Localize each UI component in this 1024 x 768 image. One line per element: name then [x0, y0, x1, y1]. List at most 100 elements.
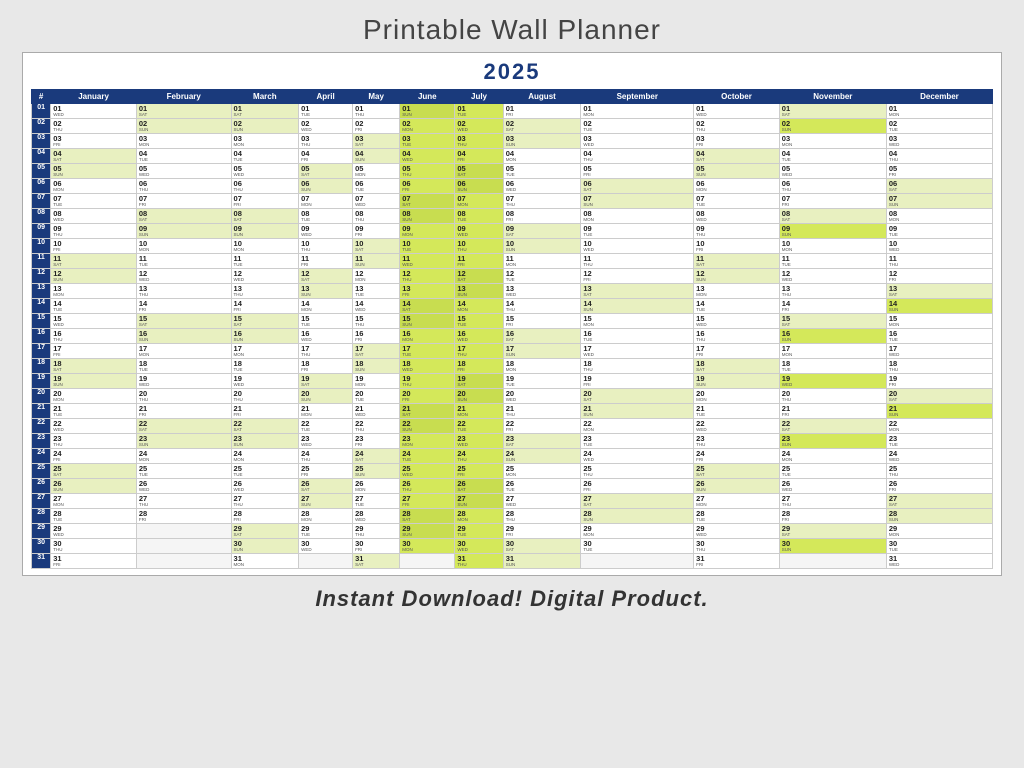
day-cell-feb-9: 09SUN — [136, 224, 231, 239]
day-cell-jun-16: 16MON — [400, 329, 455, 344]
day-cell-sep-13: 13SAT — [581, 284, 694, 299]
day-cell-mar-22: 22SAT — [231, 419, 299, 434]
table-row: 0909THU09SUN09SUN09WED09FRI09MON09WED09S… — [32, 224, 993, 239]
day-cell-mar-21: 21FRI — [231, 404, 299, 419]
day-name: FRI — [583, 383, 590, 388]
day-name: SAT — [782, 533, 790, 538]
day-cell-apr-9: 09WED — [299, 224, 353, 239]
day-name: THU — [139, 293, 148, 298]
day-name: FRI — [139, 308, 146, 313]
day-cell-nov-12: 12WED — [779, 269, 886, 284]
day-cell-aug-15: 15FRI — [503, 314, 581, 329]
day-name: SAT — [402, 518, 410, 523]
day-cell-jun-18: 18WED — [400, 359, 455, 374]
table-row: 1818SAT18TUE18TUE18FRI18SUN18WED18FRI18M… — [32, 359, 993, 374]
day-cell-feb-19: 19WED — [136, 374, 231, 389]
day-name: TUE — [53, 203, 62, 208]
day-cell-jan-25: 25SAT — [51, 464, 137, 479]
day-name: WED — [696, 218, 707, 223]
day-cell-feb-13: 13THU — [136, 284, 231, 299]
day-name: SAT — [457, 383, 465, 388]
day-name: MON — [506, 368, 517, 373]
day-name: SUN — [583, 413, 593, 418]
day-name: TUE — [234, 473, 243, 478]
day-name: SUN — [457, 398, 467, 403]
day-name: FRI — [301, 473, 308, 478]
day-cell-nov-22: 22SAT — [779, 419, 886, 434]
day-cell-dec-2: 02TUE — [886, 119, 992, 134]
day-cell-nov-8: 08SAT — [779, 209, 886, 224]
day-cell-jul-4: 04FRI — [455, 149, 503, 164]
day-cell-nov-3: 03MON — [779, 134, 886, 149]
day-cell-jan-20: 20MON — [51, 389, 137, 404]
day-cell-feb-27: 27THU — [136, 494, 231, 509]
day-cell-oct-17: 17FRI — [694, 344, 780, 359]
day-cell-mar-2: 02SUN — [231, 119, 299, 134]
day-cell-jul-24: 24THU — [455, 449, 503, 464]
day-cell-jul-27: 27SUN — [455, 494, 503, 509]
day-cell-dec-15: 15MON — [886, 314, 992, 329]
day-cell-nov-21: 21FRI — [779, 404, 886, 419]
day-name: SUN — [782, 128, 792, 133]
day-cell-aug-29: 29FRI — [503, 524, 581, 539]
day-name: TUE — [139, 368, 148, 373]
table-row: 2323THU23SUN23SUN23WED23FRI23MON23WED23S… — [32, 434, 993, 449]
day-cell-may-26: 26MON — [353, 479, 400, 494]
day-name: FRI — [506, 533, 513, 538]
day-cell-jun-28: 28SAT — [400, 509, 455, 524]
day-name: MON — [53, 503, 64, 508]
day-cell-aug-1: 01FRI — [503, 104, 581, 119]
day-cell-jul-30: 30WED — [455, 539, 503, 554]
day-cell-jan-14: 14TUE — [51, 299, 137, 314]
day-name: MON — [355, 278, 366, 283]
day-cell-may-25: 25SUN — [353, 464, 400, 479]
day-name: FRI — [402, 398, 409, 403]
day-cell-jan-3: 03FRI — [51, 134, 137, 149]
day-name: THU — [696, 548, 705, 553]
day-cell-sep-21: 21SUN — [581, 404, 694, 419]
day-cell-sep-6: 06SAT — [581, 179, 694, 194]
day-name: SUN — [234, 548, 244, 553]
day-cell-dec-19: 19FRI — [886, 374, 992, 389]
day-cell-sep-4: 04THU — [581, 149, 694, 164]
day-name: MON — [301, 518, 312, 523]
row-day-number: 23 — [32, 434, 51, 449]
day-name: WED — [402, 368, 413, 373]
day-cell-sep-24: 24WED — [581, 449, 694, 464]
day-name: SAT — [355, 563, 363, 568]
day-cell-oct-9: 09THU — [694, 224, 780, 239]
day-cell-jan-18: 18SAT — [51, 359, 137, 374]
day-cell-dec-21: 21SUN — [886, 404, 992, 419]
day-cell-jun-22: 22SUN — [400, 419, 455, 434]
day-name: MON — [139, 353, 150, 358]
day-cell-may-1: 01THU — [353, 104, 400, 119]
day-name: WED — [301, 233, 312, 238]
day-name: SUN — [457, 503, 467, 508]
day-cell-nov-30: 30SUN — [779, 539, 886, 554]
day-name: WED — [457, 233, 468, 238]
day-name: FRI — [234, 203, 241, 208]
day-name: SUN — [355, 158, 365, 163]
day-name: TUE — [355, 293, 364, 298]
day-cell-dec-14: 14SUN — [886, 299, 992, 314]
row-day-number: 11 — [32, 254, 51, 269]
day-cell-may-3: 03SAT — [353, 134, 400, 149]
day-name: TUE — [889, 128, 898, 133]
day-cell-jun-7: 07SAT — [400, 194, 455, 209]
day-cell-jul-8: 08TUE — [455, 209, 503, 224]
day-cell-dec-18: 18THU — [886, 359, 992, 374]
day-cell-jun-6: 06FRI — [400, 179, 455, 194]
day-cell-jan-26: 26SUN — [51, 479, 137, 494]
day-name: MON — [355, 383, 366, 388]
day-name: FRI — [696, 458, 703, 463]
day-cell-sep-26: 26FRI — [581, 479, 694, 494]
day-name: MON — [355, 173, 366, 178]
day-name: TUE — [583, 128, 592, 133]
day-name: THU — [53, 548, 62, 553]
day-cell-oct-5: 05SUN — [694, 164, 780, 179]
row-day-number: 21 — [32, 404, 51, 419]
day-name: TUE — [889, 338, 898, 343]
day-cell-jul-7: 07MON — [455, 194, 503, 209]
day-cell-aug-22: 22FRI — [503, 419, 581, 434]
day-name: THU — [53, 443, 62, 448]
